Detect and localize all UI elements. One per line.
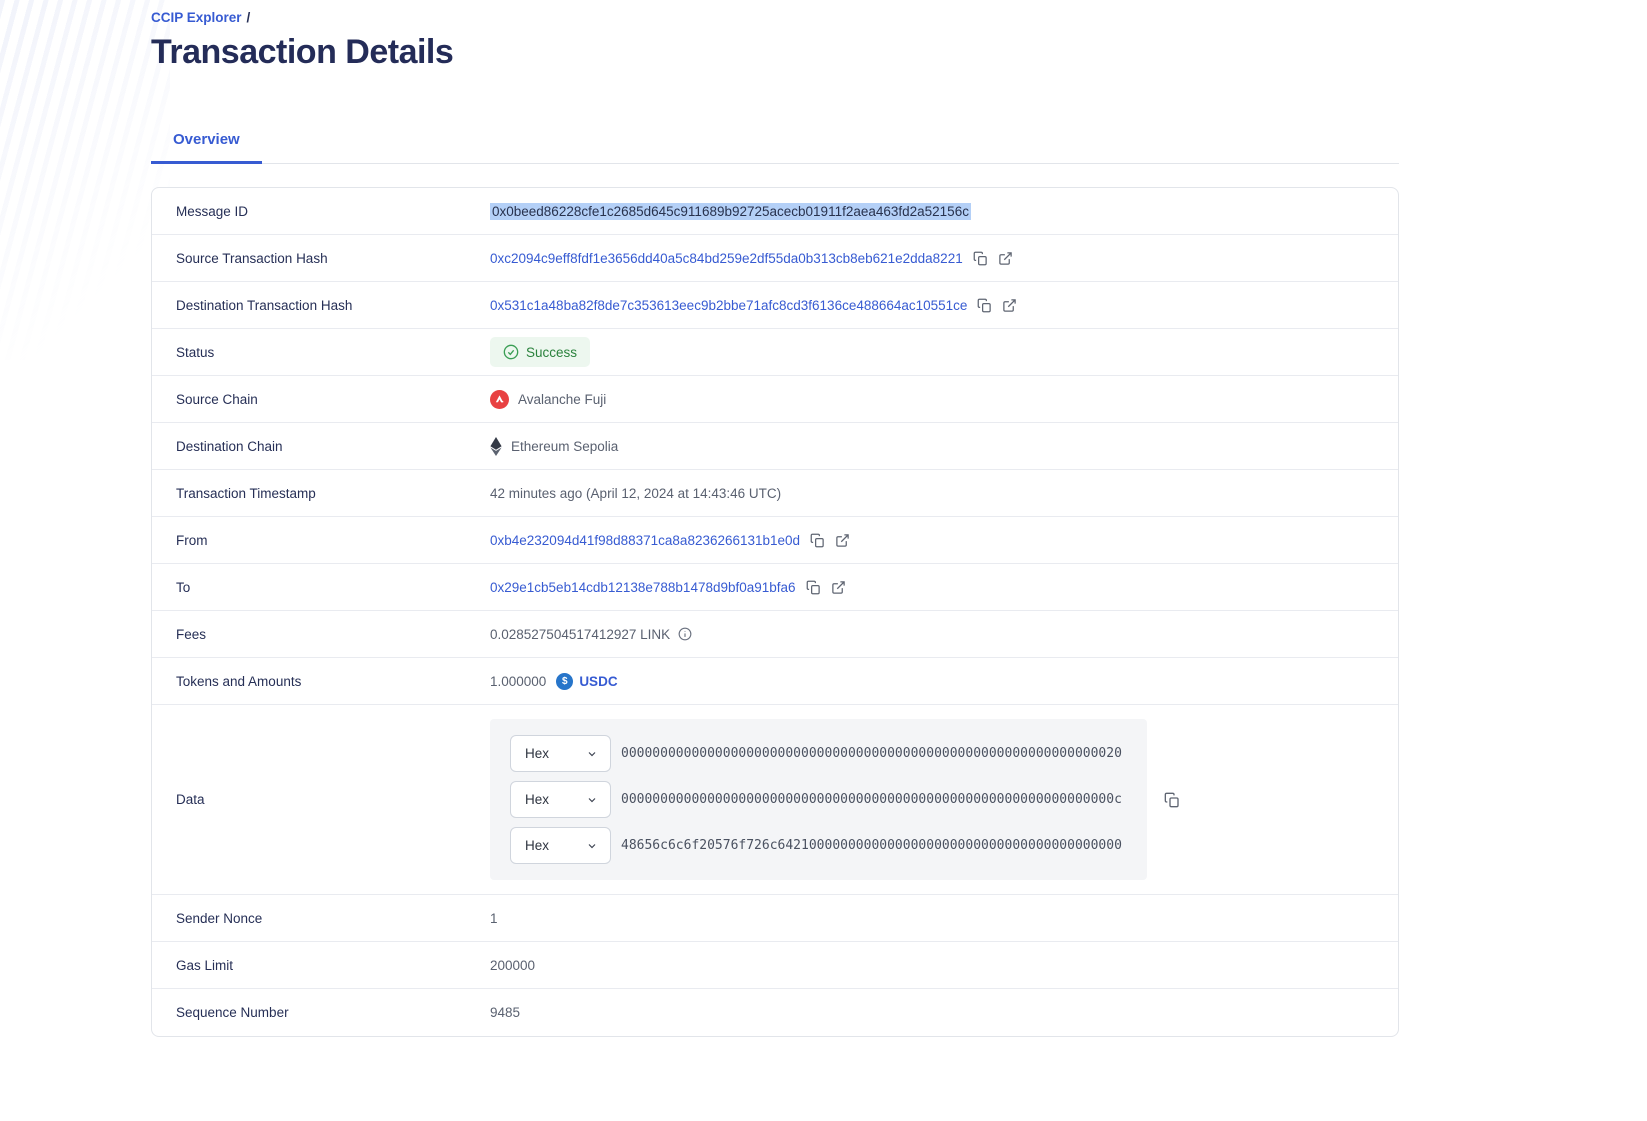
row-label: Source Transaction Hash: [152, 251, 490, 266]
table-row-from: From 0xb4e232094d41f98d88371ca8a82362661…: [152, 517, 1398, 564]
external-link-icon[interactable]: [1002, 298, 1017, 313]
table-row-fees: Fees 0.028527504517412927 LINK: [152, 611, 1398, 658]
background-stripes-decoration: [0, 0, 170, 360]
external-link-icon[interactable]: [998, 251, 1013, 266]
table-row-sequence-number: Sequence Number 9485: [152, 989, 1398, 1036]
copy-icon[interactable]: [810, 533, 825, 548]
row-label: Data: [152, 792, 490, 807]
data-hex-value: 48656c6c6f20576f726c64210000000000000000…: [621, 838, 1122, 853]
data-hex-panel: Hex 000000000000000000000000000000000000…: [490, 719, 1147, 880]
row-label: Transaction Timestamp: [152, 486, 490, 501]
external-link-icon[interactable]: [835, 533, 850, 548]
external-link-icon[interactable]: [831, 580, 846, 595]
breadcrumb: CCIP Explorer /: [151, 10, 1399, 25]
timestamp-value: 42 minutes ago (April 12, 2024 at 14:43:…: [490, 486, 781, 501]
row-label: Destination Chain: [152, 439, 490, 454]
info-icon[interactable]: [678, 627, 692, 641]
chevron-down-icon: [586, 840, 598, 852]
table-row-source-tx-hash: Source Transaction Hash 0xc2094c9eff8fdf…: [152, 235, 1398, 282]
breadcrumb-separator: /: [247, 10, 251, 25]
destination-tx-hash-link[interactable]: 0x531c1a48ba82f8de7c353613eec9b2bbe71afc…: [490, 298, 967, 313]
status-badge: Success: [490, 337, 590, 367]
usdc-token-icon: $: [556, 673, 573, 690]
chevron-down-icon: [586, 748, 598, 760]
row-label: Sequence Number: [152, 1005, 490, 1020]
sequence-number-value: 9485: [490, 1005, 520, 1020]
table-row-destination-chain: Destination Chain Ethereum Sepolia: [152, 423, 1398, 470]
data-format-select[interactable]: Hex: [510, 827, 611, 864]
table-row-gas-limit: Gas Limit 200000: [152, 942, 1398, 989]
ethereum-logo-icon: [490, 437, 502, 456]
copy-icon[interactable]: [977, 298, 992, 313]
row-label: Message ID: [152, 204, 490, 219]
row-label: From: [152, 533, 490, 548]
row-label: Destination Transaction Hash: [152, 298, 490, 313]
data-hex-value: 0000000000000000000000000000000000000000…: [621, 746, 1122, 761]
to-address-link[interactable]: 0x29e1cb5eb14cdb12138e788b1478d9bf0a91bf…: [490, 580, 796, 595]
row-label: Fees: [152, 627, 490, 642]
page-title: Transaction Details: [151, 33, 1399, 72]
row-label: Tokens and Amounts: [152, 674, 490, 689]
sender-nonce-value: 1: [490, 911, 498, 926]
copy-icon[interactable]: [973, 251, 988, 266]
row-label: Source Chain: [152, 392, 490, 407]
copy-icon[interactable]: [1164, 792, 1180, 808]
chevron-down-icon: [586, 794, 598, 806]
source-chain-name: Avalanche Fuji: [518, 392, 606, 407]
table-row-tokens-and-amounts: Tokens and Amounts 1.000000 $ USDC: [152, 658, 1398, 705]
data-line: Hex 000000000000000000000000000000000000…: [510, 735, 1147, 772]
table-row-message-id: Message ID 0x0beed86228cfe1c2685d645c911…: [152, 188, 1398, 235]
check-circle-icon: [503, 344, 519, 360]
table-row-data: Data Hex 0000000000000000000000000000000…: [152, 705, 1398, 895]
tab-overview[interactable]: Overview: [151, 120, 262, 164]
usdc-token-link[interactable]: USDC: [579, 674, 617, 689]
table-row-status: Status Success: [152, 329, 1398, 376]
transaction-details-card: Message ID 0x0beed86228cfe1c2685d645c911…: [151, 187, 1399, 1037]
table-row-destination-tx-hash: Destination Transaction Hash 0x531c1a48b…: [152, 282, 1398, 329]
status-text: Success: [526, 345, 577, 360]
destination-chain-name: Ethereum Sepolia: [511, 439, 618, 454]
row-label: Status: [152, 345, 490, 360]
row-label: Gas Limit: [152, 958, 490, 973]
tab-bar: Overview: [151, 120, 1399, 164]
breadcrumb-link-ccip-explorer[interactable]: CCIP Explorer: [151, 10, 242, 25]
copy-icon[interactable]: [806, 580, 821, 595]
data-line: Hex 48656c6c6f20576f726c6421000000000000…: [510, 827, 1147, 864]
data-hex-value: 0000000000000000000000000000000000000000…: [621, 792, 1122, 807]
avalanche-logo-icon: [490, 390, 509, 409]
fees-value: 0.028527504517412927 LINK: [490, 627, 670, 642]
data-line: Hex 000000000000000000000000000000000000…: [510, 781, 1147, 818]
table-row-to: To 0x29e1cb5eb14cdb12138e788b1478d9bf0a9…: [152, 564, 1398, 611]
data-format-select[interactable]: Hex: [510, 735, 611, 772]
table-row-source-chain: Source Chain Avalanche Fuji: [152, 376, 1398, 423]
message-id-value: 0x0beed86228cfe1c2685d645c911689b92725ac…: [490, 203, 971, 220]
source-tx-hash-link[interactable]: 0xc2094c9eff8fdf1e3656dd40a5c84bd259e2df…: [490, 251, 963, 266]
table-row-timestamp: Transaction Timestamp 42 minutes ago (Ap…: [152, 470, 1398, 517]
row-label: Sender Nonce: [152, 911, 490, 926]
table-row-sender-nonce: Sender Nonce 1: [152, 895, 1398, 942]
from-address-link[interactable]: 0xb4e232094d41f98d88371ca8a8236266131b1e…: [490, 533, 800, 548]
row-label: To: [152, 580, 490, 595]
data-format-select[interactable]: Hex: [510, 781, 611, 818]
main-content: CCIP Explorer / Transaction Details Overv…: [151, 0, 1399, 1037]
token-amount: 1.000000: [490, 674, 546, 689]
gas-limit-value: 200000: [490, 958, 535, 973]
